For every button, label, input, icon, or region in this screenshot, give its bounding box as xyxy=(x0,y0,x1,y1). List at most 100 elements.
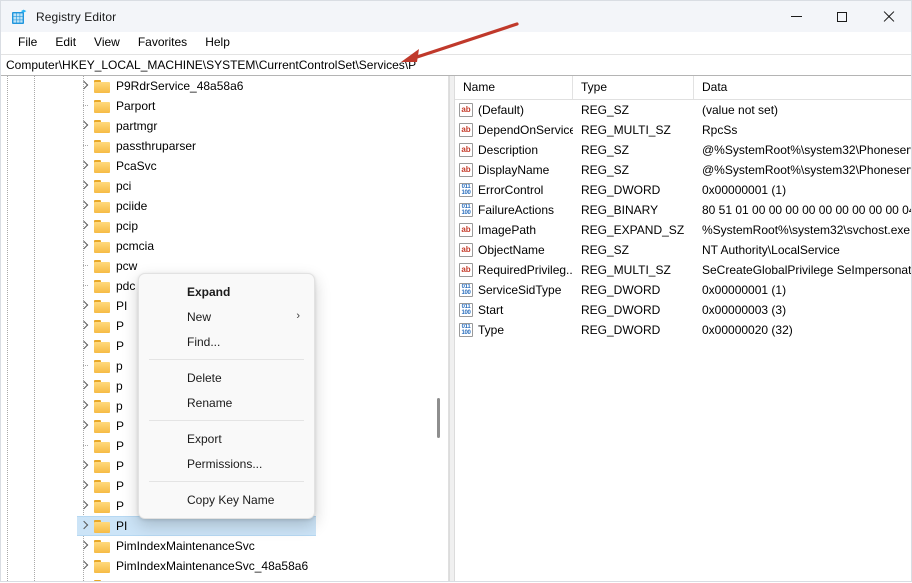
tree-item-label: pcip xyxy=(116,219,139,233)
tree-item[interactable]: PI xyxy=(1,516,448,536)
context-menu-item[interactable]: Expand xyxy=(139,279,314,304)
value-row[interactable]: 011 100 Start REG_DWORD 0x00000003 (3) xyxy=(455,300,911,320)
chevron-right-icon[interactable] xyxy=(79,316,91,336)
column-header-type[interactable]: Type xyxy=(573,76,694,99)
chevron-right-icon[interactable] xyxy=(79,496,91,516)
column-header-name[interactable]: Name xyxy=(455,76,573,99)
tree-item[interactable]: partmgr xyxy=(1,116,448,136)
tree-item[interactable]: PktMon xyxy=(1,576,448,581)
tree-item-label: pci xyxy=(116,179,132,193)
value-data: %SystemRoot%\system32\svchost.exe - xyxy=(702,223,911,237)
value-type: REG_EXPAND_SZ xyxy=(581,223,685,237)
tree-item[interactable]: PimIndexMaintenanceSvc xyxy=(1,536,448,556)
address-bar[interactable]: Computer\HKEY_LOCAL_MACHINE\SYSTEM\Curre… xyxy=(1,54,911,76)
context-menu-item-label: Find... xyxy=(187,334,221,349)
chevron-right-icon[interactable] xyxy=(79,376,91,396)
tree-item-label: P xyxy=(116,319,125,333)
chevron-right-icon[interactable] xyxy=(79,396,91,416)
chevron-right-icon[interactable] xyxy=(79,216,91,236)
tree-item[interactable]: pci xyxy=(1,176,448,196)
chevron-right-icon[interactable] xyxy=(79,176,91,196)
value-name-cell: 011 100 Start xyxy=(455,300,573,320)
value-name-cell: 011 100 FailureActions xyxy=(455,200,573,220)
value-row[interactable]: 011 100 Type REG_DWORD 0x00000020 (32) xyxy=(455,320,911,340)
maximize-button[interactable] xyxy=(819,1,865,32)
chevron-right-icon[interactable] xyxy=(79,116,91,136)
menu-file[interactable]: File xyxy=(9,33,46,52)
string-value-icon: ab xyxy=(459,243,473,257)
chevron-right-icon[interactable] xyxy=(79,476,91,496)
chevron-right-icon[interactable] xyxy=(79,336,91,356)
minimize-icon xyxy=(790,16,802,17)
value-data: @%SystemRoot%\system32\Phoneserv xyxy=(702,143,911,157)
value-type: REG_MULTI_SZ xyxy=(581,263,671,277)
folder-icon xyxy=(94,179,110,193)
context-menu-item[interactable]: Find... xyxy=(139,329,314,354)
window-controls xyxy=(773,1,911,32)
tree-item[interactable]: P9RdrService_48a58a6 xyxy=(1,76,448,96)
value-type: REG_SZ xyxy=(581,163,630,177)
chevron-right-icon[interactable] xyxy=(79,516,91,536)
context-menu-item[interactable]: Rename xyxy=(139,390,314,415)
chevron-right-icon[interactable] xyxy=(79,76,91,96)
tree-item[interactable]: PimIndexMaintenanceSvc_48a58a6 xyxy=(1,556,448,576)
context-menu-item[interactable]: Export xyxy=(139,426,314,451)
value-row[interactable]: ab RequiredPrivileg... REG_MULTI_SZ SeCreat… xyxy=(455,260,911,280)
registry-editor-window: Registry Editor File Edit View Favorites… xyxy=(0,0,912,582)
tree-item[interactable]: passthruparser xyxy=(1,136,448,156)
chevron-right-icon[interactable] xyxy=(79,556,91,576)
tree-scrollbar[interactable] xyxy=(434,76,443,581)
value-row[interactable]: ab ImagePath REG_EXPAND_SZ %SystemRoot%\sys… xyxy=(455,220,911,240)
values-column-header: Name Type Data xyxy=(455,76,911,100)
menu-view[interactable]: View xyxy=(85,33,129,52)
minimize-button[interactable] xyxy=(773,1,819,32)
string-value-icon: ab xyxy=(459,143,473,157)
value-row[interactable]: ab Description REG_SZ @%SystemRoot%\system3… xyxy=(455,140,911,160)
value-data: 80 51 01 00 00 00 00 00 00 00 00 00 04 0… xyxy=(702,203,911,217)
value-data: 0x00000001 (1) xyxy=(702,283,787,297)
menu-help[interactable]: Help xyxy=(196,33,239,52)
chevron-right-icon[interactable] xyxy=(79,576,91,581)
tree-item[interactable]: pcmcia xyxy=(1,236,448,256)
tree-item[interactable]: pciide xyxy=(1,196,448,216)
folder-icon xyxy=(94,159,110,173)
submenu-chevron-icon: › xyxy=(296,310,300,322)
context-menu-item[interactable]: Delete xyxy=(139,365,314,390)
close-button[interactable] xyxy=(865,1,911,32)
chevron-right-icon[interactable] xyxy=(79,536,91,556)
tree-item[interactable]: PcaSvc xyxy=(1,156,448,176)
chevron-right-icon[interactable] xyxy=(79,196,91,216)
value-name-cell: 011 100 Type xyxy=(455,320,573,340)
value-name: Type xyxy=(478,323,505,337)
tree-item-label: P xyxy=(116,419,125,433)
tree-item[interactable]: Parport xyxy=(1,96,448,116)
chevron-right-icon[interactable] xyxy=(79,456,91,476)
context-menu-item[interactable]: Permissions... xyxy=(139,451,314,476)
context-menu-item[interactable]: New › xyxy=(139,304,314,329)
folder-icon xyxy=(94,499,110,513)
tree-item[interactable]: pcip xyxy=(1,216,448,236)
context-menu-item[interactable]: Copy Key Name xyxy=(139,487,314,512)
value-row[interactable]: ab DisplayName REG_SZ @%SystemRoot%\system3… xyxy=(455,160,911,180)
value-data: 0x00000020 (32) xyxy=(702,323,793,337)
values-list: ab (Default) REG_SZ (value not set) ab Depend… xyxy=(455,100,911,340)
value-row[interactable]: ab ObjectName REG_SZ NT Authority\LocalServ… xyxy=(455,240,911,260)
column-header-data[interactable]: Data xyxy=(694,76,911,99)
tree-connector-icon xyxy=(79,256,91,276)
menu-edit[interactable]: Edit xyxy=(46,33,85,52)
value-row[interactable]: 011 100 ErrorControl REG_DWORD 0x00000001 (1… xyxy=(455,180,911,200)
value-row[interactable]: 011 100 ServiceSidType REG_DWORD 0x00000001 … xyxy=(455,280,911,300)
chevron-right-icon[interactable] xyxy=(79,156,91,176)
window-title: Registry Editor xyxy=(36,9,117,24)
chevron-right-icon[interactable] xyxy=(79,416,91,436)
chevron-right-icon[interactable] xyxy=(79,236,91,256)
value-type: REG_BINARY xyxy=(581,203,659,217)
tree-scrollbar-thumb[interactable] xyxy=(437,398,440,438)
menu-favorites[interactable]: Favorites xyxy=(129,33,196,52)
value-row[interactable]: ab DependOnService REG_MULTI_SZ RpcSs xyxy=(455,120,911,140)
value-row[interactable]: 011 100 FailureActions REG_BINARY 80 51 01 0… xyxy=(455,200,911,220)
value-row[interactable]: ab (Default) REG_SZ (value not set) xyxy=(455,100,911,120)
context-menu-item-label: Export xyxy=(187,431,222,446)
chevron-right-icon[interactable] xyxy=(79,296,91,316)
tree-connector-icon xyxy=(79,136,91,156)
